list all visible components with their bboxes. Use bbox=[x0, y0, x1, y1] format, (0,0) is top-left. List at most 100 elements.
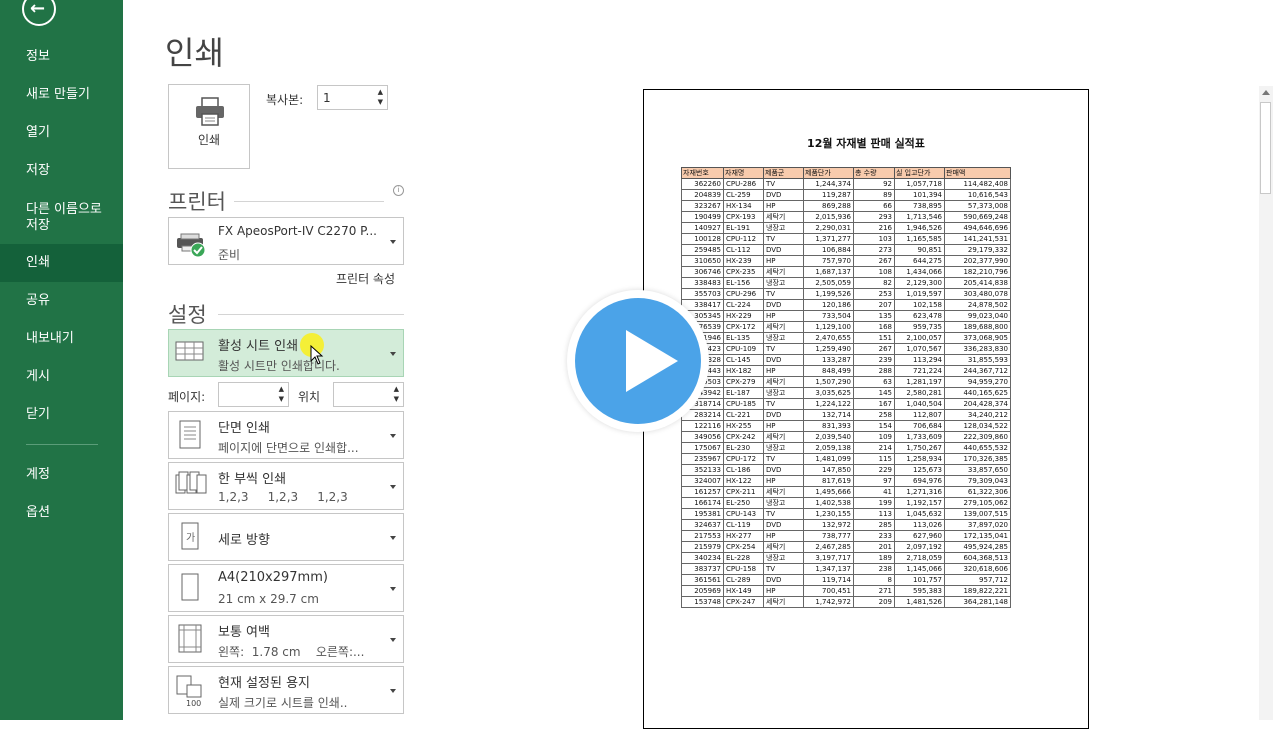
table-row: 261443HX-182HP848,499288721,224244,367,7… bbox=[681, 365, 1011, 377]
table-cell: 373,068,905 bbox=[944, 332, 1011, 344]
scroll-up-icon[interactable] bbox=[1262, 90, 1270, 95]
printer-dropdown[interactable]: FX ApeosPort-IV C2270 P... 준비 bbox=[168, 217, 404, 265]
table-cell: 1,713,546 bbox=[894, 211, 945, 223]
table-cell: 271 bbox=[853, 585, 895, 597]
table-cell: 253 bbox=[853, 288, 895, 300]
orientation-dropdown[interactable]: 가 세로 방향 bbox=[168, 513, 404, 561]
table-cell: 1,402,538 bbox=[803, 497, 854, 509]
chevron-down-icon bbox=[390, 587, 396, 591]
nav-new[interactable]: 새로 만들기 bbox=[0, 76, 123, 114]
printer-ready-icon bbox=[177, 233, 206, 258]
table-cell: 204,428,374 bbox=[944, 398, 1011, 410]
chevron-down-icon bbox=[390, 536, 396, 540]
copies-stepper[interactable]: 1 ▲ ▼ bbox=[317, 85, 388, 110]
nav-open[interactable]: 열기 bbox=[0, 114, 123, 152]
print-what-dropdown[interactable]: 활성 시트 인쇄 활성 시트만 인쇄합니다. bbox=[168, 329, 404, 377]
table-cell: 41 bbox=[853, 486, 895, 498]
copies-value: 1 bbox=[323, 91, 331, 105]
table-row: 306746 CPX-235 세탁기 1,687,137 108 1,434,066 182… bbox=[681, 266, 1011, 278]
table-cell: 106,884 bbox=[803, 244, 854, 256]
table-cell: 세탁기 bbox=[763, 486, 804, 498]
chevron-down-icon bbox=[390, 485, 396, 489]
collate-dropdown[interactable]: 한 부씩 인쇄 1,2,3 1,2,3 1,2,3 bbox=[168, 462, 404, 510]
nav-share[interactable]: 공유 bbox=[0, 282, 123, 320]
nav-publish[interactable]: 게시 bbox=[0, 358, 123, 396]
table-row: 153748 CPX-247 세탁기 1,742,972 209 1,481,526 364… bbox=[681, 596, 1011, 608]
nav-options[interactable]: 옵션 bbox=[0, 494, 123, 532]
backstage-sidebar: ← 정보 새로 만들기 열기 저장 다른 이름으로 저장 인쇄 공유 내보내기 … bbox=[0, 0, 123, 720]
table-cell: HP bbox=[763, 530, 804, 542]
back-arrow-icon[interactable]: ← bbox=[22, 0, 56, 26]
table-cell: 냉장고 bbox=[763, 332, 804, 344]
printer-properties-link[interactable]: 프린터 속성 bbox=[336, 270, 395, 287]
spin-down-icon[interactable]: ▼ bbox=[378, 99, 383, 106]
table-cell: 733,504 bbox=[803, 310, 854, 322]
table-cell: 738,895 bbox=[894, 200, 945, 212]
table-cell: CPU-143 bbox=[723, 508, 764, 520]
table-row: 310650 HX-239 HP 757,970 267 644,275 202,377,9… bbox=[681, 255, 1011, 267]
table-cell: 1,230,155 bbox=[803, 508, 854, 520]
table-cell: 167 bbox=[853, 398, 895, 410]
table-cell: CL-221 bbox=[723, 409, 764, 421]
table-cell: 323267 bbox=[681, 200, 724, 212]
setting-title: 보통 여백 bbox=[218, 625, 270, 640]
nav-print[interactable]: 인쇄 bbox=[0, 244, 123, 282]
chevron-down-icon bbox=[390, 434, 396, 438]
spin-up-icon[interactable]: ▲ bbox=[378, 89, 383, 96]
table-cell: CPX-242 bbox=[723, 431, 764, 443]
sides-dropdown[interactable]: 단면 인쇄 페이지에 단면으로 인쇄합... bbox=[168, 411, 404, 459]
table-cell: 113 bbox=[853, 508, 895, 520]
table-cell: 108 bbox=[853, 266, 895, 278]
table-cell: 1,495,666 bbox=[803, 486, 854, 498]
table-cell: 195381 bbox=[681, 508, 724, 520]
column-header: 제품단가 bbox=[803, 167, 854, 179]
single-sided-icon bbox=[179, 420, 201, 449]
table-cell: 94,959,270 bbox=[944, 376, 1011, 388]
setting-subtitle: 1,2,3 1,2,3 1,2,3 bbox=[218, 490, 348, 504]
portrait-icon: 가 bbox=[181, 522, 199, 550]
spin-down-icon[interactable]: ▼ bbox=[394, 396, 399, 403]
table-row: 195381 CPU-143 TV 1,230,155 113 1,045,632 139,… bbox=[681, 508, 1011, 520]
table-cell: 644,275 bbox=[894, 255, 945, 267]
pages-from-input[interactable]: ▲ ▼ bbox=[218, 382, 289, 407]
margins-dropdown[interactable]: 보통 여백 왼쪽: 1.78 cm 오른쪽:... bbox=[168, 615, 404, 663]
chevron-down-icon bbox=[390, 689, 396, 693]
nav-save[interactable]: 저장 bbox=[0, 152, 123, 190]
table-row: 362260 CPU-286 TV 1,244,374 92 1,057,718 114,4… bbox=[681, 178, 1011, 190]
table-cell: TV bbox=[763, 508, 804, 520]
table-cell: 189 bbox=[853, 552, 895, 564]
table-cell: 306746 bbox=[681, 266, 724, 278]
pages-to-input[interactable]: ▲ ▼ bbox=[333, 382, 404, 407]
table-cell: 119,714 bbox=[803, 574, 854, 586]
table-row: 140927 EL-191 냉장고 2,290,031 216 1,946,526 494,… bbox=[681, 222, 1011, 234]
preview-scrollbar[interactable] bbox=[1259, 86, 1273, 720]
nav-info[interactable]: 정보 bbox=[0, 38, 123, 76]
table-cell: 1,199,526 bbox=[803, 288, 854, 300]
spin-up-icon[interactable]: ▲ bbox=[279, 386, 284, 393]
spin-down-icon[interactable]: ▼ bbox=[279, 396, 284, 403]
table-cell: CPX-279 bbox=[723, 376, 764, 388]
column-header: 제품군 bbox=[763, 167, 804, 179]
table-cell: 113,294 bbox=[894, 354, 945, 366]
table-row: 352133 CL-186 DVD 147,850 229 125,673 33,857,6… bbox=[681, 464, 1011, 476]
scroll-thumb[interactable] bbox=[1260, 102, 1271, 194]
table-cell: 215979 bbox=[681, 541, 724, 553]
paper-size-dropdown[interactable]: A4(210x297mm) 21 cm x 29.7 cm bbox=[168, 564, 404, 612]
column-header: 총 수량 bbox=[853, 167, 895, 179]
table-cell: 세탁기 bbox=[763, 431, 804, 443]
scaling-dropdown[interactable]: 100 현재 설정된 용지 실제 크기로 시트를 인쇄.. bbox=[168, 666, 404, 714]
table-cell: EL-228 bbox=[723, 552, 764, 564]
table-cell: 1,481,526 bbox=[894, 596, 945, 608]
table-cell: 냉장고 bbox=[763, 387, 804, 399]
nav-close[interactable]: 닫기 bbox=[0, 396, 123, 434]
table-row: 161257 CPX-211 세탁기 1,495,666 41 1,271,316 61,3… bbox=[681, 486, 1011, 498]
table-cell: 199 bbox=[853, 497, 895, 509]
nav-export[interactable]: 내보내기 bbox=[0, 320, 123, 358]
nav-account[interactable]: 계정 bbox=[0, 456, 123, 494]
table-cell: 238 bbox=[853, 563, 895, 575]
spin-up-icon[interactable]: ▲ bbox=[394, 386, 399, 393]
info-icon[interactable]: i bbox=[393, 185, 404, 196]
print-button[interactable]: 인쇄 bbox=[168, 84, 250, 169]
play-button-icon[interactable] bbox=[567, 290, 709, 432]
nav-save-as[interactable]: 다른 이름으로 저장 bbox=[0, 195, 110, 241]
